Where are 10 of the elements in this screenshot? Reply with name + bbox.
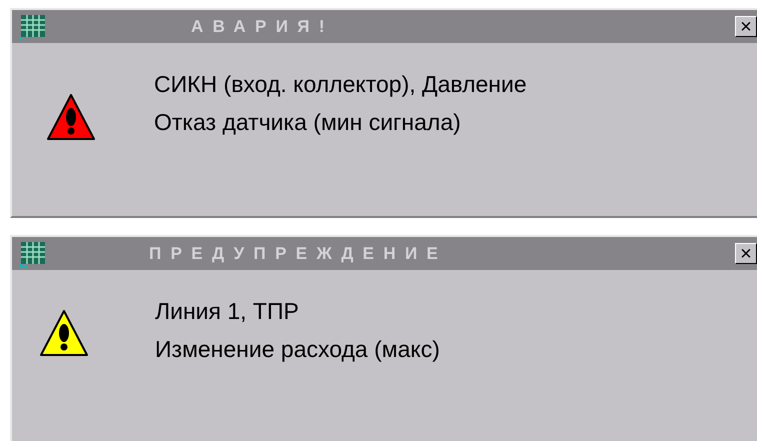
message-text: Изменение расхода (макс) — [155, 335, 440, 364]
close-button[interactable]: × — [735, 243, 757, 264]
window-title: АВАРИЯ! — [191, 16, 334, 38]
window-title: ПРЕДУПРЕЖДЕНИЕ — [149, 242, 448, 265]
app-icon — [20, 240, 46, 266]
message-text: СИКН (вход. коллектор), Давление — [154, 70, 527, 99]
message-text: Линия 1, ТПР — [155, 297, 300, 326]
message-text: Отказ датчика (мин сигнала) — [154, 108, 462, 137]
app-icon — [20, 14, 46, 40]
close-button[interactable]: × — [735, 16, 757, 37]
